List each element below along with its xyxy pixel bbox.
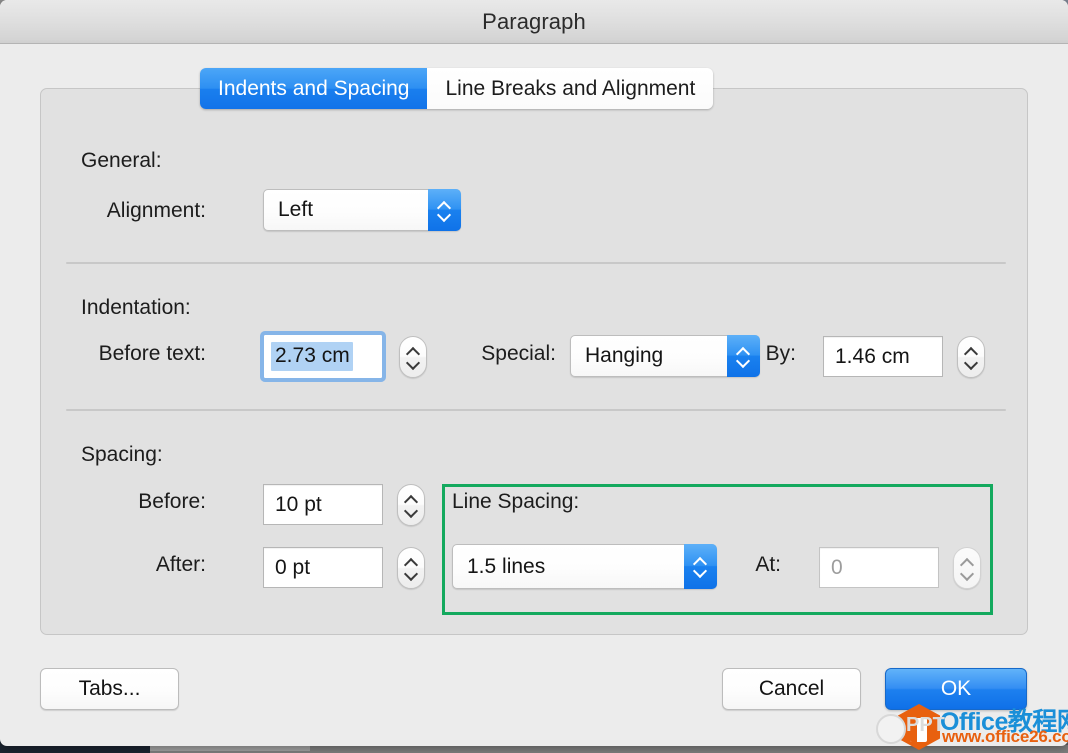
indentation-section-title: Indentation: [81, 296, 191, 320]
paragraph-dialog: Paragraph General: Alignment: Left Inden… [0, 0, 1068, 746]
special-label: Special: [421, 342, 556, 366]
spacing-before-stepper[interactable] [397, 484, 425, 526]
spacing-before-input-value: 10 pt [275, 493, 322, 517]
alignment-select[interactable]: Left [263, 189, 461, 231]
divider-general-indentation [66, 262, 1006, 264]
chevron-down-icon [961, 570, 974, 578]
spacing-after-input[interactable]: 0 pt [263, 547, 383, 588]
tab-content-panel: General: Alignment: Left Indentation: Be… [40, 88, 1028, 635]
chevron-down-icon[interactable] [407, 359, 420, 367]
line-spacing-select[interactable]: 1.5 lines [452, 544, 717, 589]
special-select-value: Hanging [585, 344, 663, 368]
tab-bar: Indents and Spacing Line Breaks and Alig… [200, 68, 713, 109]
by-input[interactable]: 1.46 cm [823, 336, 943, 377]
chevron-up-icon [961, 559, 974, 567]
spacing-section-title: Spacing: [81, 443, 163, 467]
dialog-titlebar[interactable]: Paragraph [0, 0, 1068, 44]
tab-indents-and-spacing[interactable]: Indents and Spacing [200, 68, 427, 109]
line-spacing-at-input-value: 0 [831, 556, 843, 580]
line-spacing-select-stepper-icon[interactable] [684, 544, 717, 589]
spacing-before-input[interactable]: 10 pt [263, 484, 383, 525]
before-text-input[interactable]: 2.73 cm [263, 334, 383, 379]
cancel-button[interactable]: Cancel [722, 668, 861, 710]
special-select[interactable]: Hanging [570, 335, 760, 377]
before-text-label: Before text: [61, 342, 206, 366]
spacing-after-label: After: [61, 553, 206, 577]
chevron-down-icon [438, 211, 451, 219]
line-spacing-select-value: 1.5 lines [467, 555, 545, 579]
tabs-button[interactable]: Tabs... [40, 668, 179, 710]
chevron-up-icon[interactable] [965, 348, 978, 356]
line-spacing-at-label: At: [731, 553, 781, 577]
chevron-down-icon[interactable] [405, 507, 418, 515]
line-spacing-label: Line Spacing: [452, 490, 672, 514]
alignment-label: Alignment: [61, 199, 206, 223]
divider-indentation-spacing [66, 409, 1006, 411]
line-spacing-at-input[interactable]: 0 [819, 547, 939, 588]
chevron-down-icon [694, 567, 707, 575]
by-stepper[interactable] [957, 336, 985, 378]
ok-button[interactable]: OK [885, 668, 1027, 710]
before-text-input-value: 2.73 cm [271, 342, 353, 371]
tab-line-breaks-and-alignment[interactable]: Line Breaks and Alignment [427, 68, 713, 109]
chevron-up-icon[interactable] [405, 559, 418, 567]
line-spacing-at-stepper[interactable] [953, 547, 981, 589]
spacing-after-input-value: 0 pt [275, 556, 310, 580]
spacing-after-stepper[interactable] [397, 547, 425, 589]
by-input-value: 1.46 cm [835, 345, 910, 369]
chevron-down-icon[interactable] [405, 570, 418, 578]
chevron-down-icon[interactable] [965, 359, 978, 367]
chevron-up-icon[interactable] [405, 496, 418, 504]
spacing-before-label: Before: [61, 490, 206, 514]
dialog-title: Paragraph [0, 9, 1068, 35]
general-section-title: General: [81, 149, 162, 173]
chevron-up-icon[interactable] [407, 348, 420, 356]
alignment-select-value: Left [278, 198, 313, 222]
by-label: By: [741, 342, 796, 366]
alignment-select-stepper-icon[interactable] [428, 189, 461, 231]
